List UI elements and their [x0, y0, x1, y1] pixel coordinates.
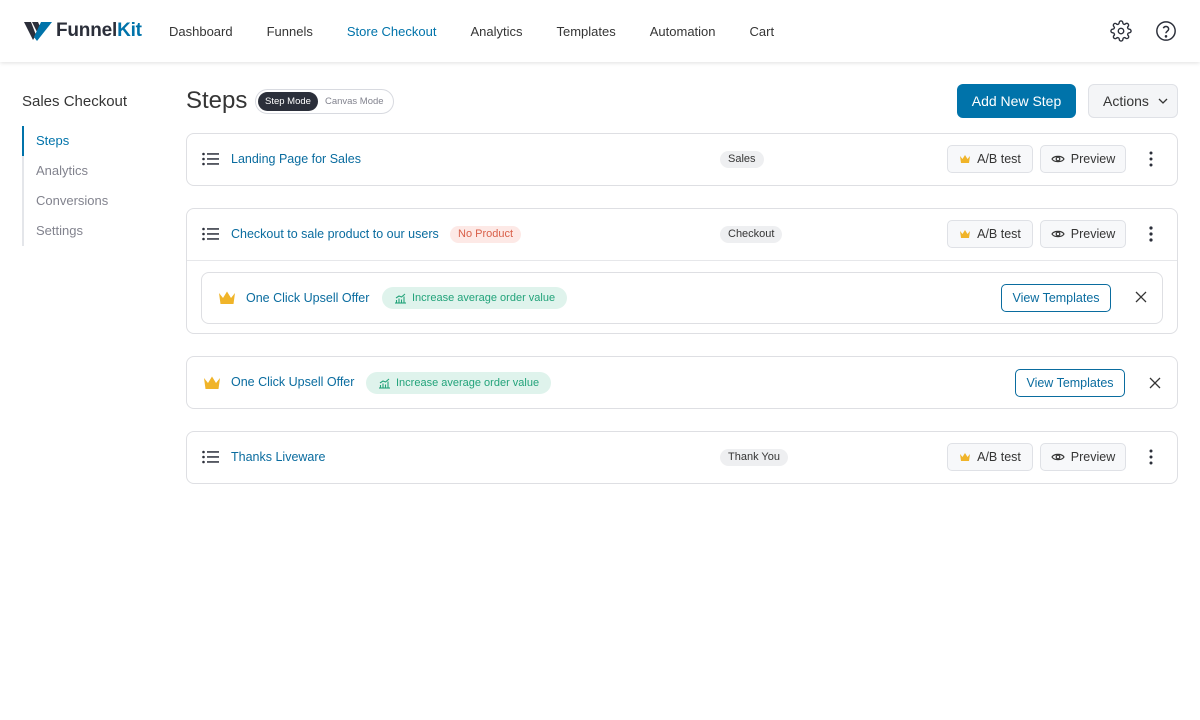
funnelkit-logo[interactable]: FunnelKit: [23, 19, 142, 43]
step-card: Checkout to sale product to our users No…: [186, 208, 1178, 334]
top-navigation-bar: FunnelKit Dashboard Funnels Store Checko…: [0, 0, 1200, 62]
step-name[interactable]: Landing Page for Sales: [231, 134, 361, 185]
no-product-badge: No Product: [450, 226, 522, 243]
view-templates-button[interactable]: View Templates: [1015, 369, 1125, 397]
funnelkit-logo-icon: [24, 22, 52, 41]
step-card: Landing Page for Sales Sales A/B test Pr…: [186, 133, 1178, 186]
step-row: Thanks Liveware Thank You A/B test Previ…: [187, 432, 1177, 483]
step-card: Thanks Liveware Thank You A/B test Previ…: [186, 431, 1178, 484]
crown-icon: [204, 376, 220, 389]
view-templates-button[interactable]: View Templates: [1001, 284, 1111, 312]
eye-icon: [1051, 230, 1065, 238]
mode-toggle: Step Mode Canvas Mode: [255, 89, 394, 114]
eye-icon: [1051, 453, 1065, 461]
nav-funnels[interactable]: Funnels: [267, 24, 313, 39]
sidebar-menu: Steps Analytics Conversions Settings: [22, 126, 108, 246]
nav-analytics[interactable]: Analytics: [470, 24, 522, 39]
chart-growth-icon: [395, 293, 406, 304]
crown-icon: [960, 155, 971, 163]
main-nav: Dashboard Funnels Store Checkout Analyti…: [169, 0, 808, 62]
crown-icon: [960, 230, 971, 238]
nav-dashboard[interactable]: Dashboard: [169, 24, 233, 39]
drag-handle-icon[interactable]: [202, 152, 220, 166]
preview-button[interactable]: Preview: [1040, 443, 1126, 471]
sidebar-item-steps[interactable]: Steps: [22, 126, 108, 156]
ab-test-button[interactable]: A/B test: [947, 220, 1033, 248]
more-options-icon[interactable]: [1141, 149, 1161, 169]
drag-handle-icon[interactable]: [202, 450, 220, 464]
sidebar-item-settings[interactable]: Settings: [22, 216, 108, 246]
crown-icon: [219, 291, 235, 304]
sidebar-title: Sales Checkout: [22, 93, 128, 110]
step-row: Checkout to sale product to our users No…: [187, 209, 1177, 260]
upsell-offer-row: One Click Upsell Offer Increase average …: [201, 272, 1163, 324]
help-icon[interactable]: [1155, 20, 1177, 42]
drag-handle-icon[interactable]: [202, 227, 220, 241]
step-mode-button[interactable]: Step Mode: [258, 92, 318, 111]
offer-name[interactable]: One Click Upsell Offer: [246, 273, 369, 323]
offer-name[interactable]: One Click Upsell Offer: [231, 357, 354, 408]
eye-icon: [1051, 155, 1065, 163]
logo-text: FunnelKit: [56, 20, 142, 41]
actions-label: Actions: [1103, 93, 1149, 109]
close-icon[interactable]: [1134, 290, 1148, 304]
gear-icon[interactable]: [1110, 20, 1132, 42]
chevron-down-icon: [1158, 98, 1168, 104]
offer-benefit-badge: Increase average order value: [382, 287, 568, 309]
close-icon[interactable]: [1148, 376, 1162, 390]
nav-cart[interactable]: Cart: [750, 24, 775, 39]
preview-button[interactable]: Preview: [1040, 220, 1126, 248]
offer-benefit-badge: Increase average order value: [366, 372, 552, 394]
step-row: Landing Page for Sales Sales A/B test Pr…: [187, 134, 1177, 185]
more-options-icon[interactable]: [1141, 447, 1161, 467]
sidebar-item-analytics[interactable]: Analytics: [22, 156, 108, 186]
nav-automation[interactable]: Automation: [650, 24, 716, 39]
canvas-mode-button[interactable]: Canvas Mode: [318, 92, 391, 111]
actions-dropdown[interactable]: Actions: [1088, 84, 1178, 118]
add-new-step-button[interactable]: Add New Step: [957, 84, 1076, 118]
step-type-badge: Thank You: [720, 449, 788, 466]
step-name[interactable]: Thanks Liveware: [231, 432, 326, 483]
more-options-icon[interactable]: [1141, 224, 1161, 244]
page-title: Steps: [186, 87, 248, 114]
ab-test-button[interactable]: A/B test: [947, 145, 1033, 173]
ab-test-button[interactable]: A/B test: [947, 443, 1033, 471]
chart-growth-icon: [379, 378, 390, 389]
nav-store-checkout[interactable]: Store Checkout: [347, 24, 437, 39]
step-type-badge: Checkout: [720, 226, 783, 243]
upsell-offer-card: One Click Upsell Offer Increase average …: [186, 356, 1178, 409]
step-type-badge: Sales: [720, 151, 764, 168]
nav-templates[interactable]: Templates: [557, 24, 616, 39]
sidebar-item-conversions[interactable]: Conversions: [22, 186, 108, 216]
step-name[interactable]: Checkout to sale product to our users: [231, 209, 439, 260]
preview-button[interactable]: Preview: [1040, 145, 1126, 173]
crown-icon: [960, 453, 971, 461]
